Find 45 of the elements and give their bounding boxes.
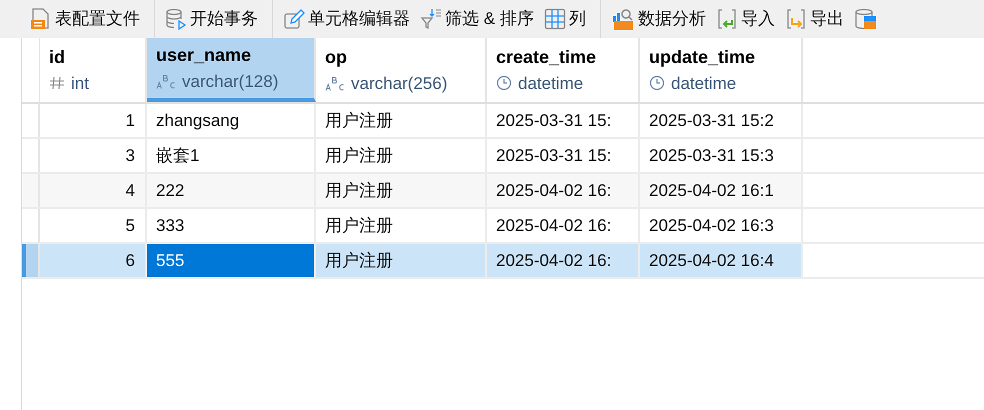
hash-icon xyxy=(49,75,65,92)
table-cell[interactable]: 2025-04-02 16: xyxy=(487,174,640,207)
column-name: id xyxy=(49,46,66,69)
grid-icon xyxy=(544,8,566,30)
toolbar-button[interactable]: 导出 xyxy=(784,6,844,32)
table-cell[interactable]: 222 xyxy=(147,174,316,207)
toolbar-button[interactable]: 单元格编辑器 xyxy=(283,6,410,32)
table-cell[interactable]: 用户注册 xyxy=(316,174,487,207)
toolbar-button[interactable]: 筛选 & 排序 xyxy=(420,6,534,32)
pencil-icon xyxy=(283,8,305,30)
column-type: datetime xyxy=(671,72,736,94)
toolbar-button[interactable]: 导入 xyxy=(716,6,775,32)
column-type: varchar(256) xyxy=(351,72,448,94)
table-cell[interactable]: 2025-04-02 16:4 xyxy=(640,244,803,277)
database-play-icon xyxy=(165,8,187,30)
clock-icon xyxy=(649,75,665,92)
text-type-icon xyxy=(325,75,345,92)
column-header[interactable]: user_name varchar(128) xyxy=(147,38,316,102)
toolbar-button[interactable]: 列 xyxy=(544,6,586,32)
row-header[interactable] xyxy=(22,174,40,207)
column-name: update_time xyxy=(649,46,756,69)
table-cell[interactable]: 2025-04-02 16:1 xyxy=(640,174,803,207)
column-type: int xyxy=(71,72,89,94)
filter-sort-icon xyxy=(420,8,442,30)
toolbar-button[interactable] xyxy=(854,8,876,30)
toolbar-button[interactable]: 表配置文件 xyxy=(30,6,140,32)
toolbar-button[interactable]: 数据分析 xyxy=(610,6,706,32)
column-name: user_name xyxy=(156,44,252,67)
text-type-icon xyxy=(156,73,176,90)
chart-search-icon xyxy=(610,8,635,30)
table-cell[interactable]: 用户注册 xyxy=(316,244,487,277)
row-header[interactable] xyxy=(22,244,40,277)
table-cell[interactable]: 555 xyxy=(147,244,316,277)
table-cell[interactable]: 2025-04-02 16: xyxy=(487,244,640,277)
table-cell[interactable]: 4 xyxy=(40,174,147,207)
clock-icon xyxy=(496,75,512,92)
column-type: datetime xyxy=(518,72,584,94)
toolbar-button[interactable]: 开始事务 xyxy=(165,6,258,32)
table-cell[interactable]: 6 xyxy=(40,244,147,277)
database-icon xyxy=(854,8,876,30)
column-name: op xyxy=(325,46,348,69)
column-name: create_time xyxy=(496,46,598,69)
import-arrow-icon xyxy=(716,8,738,30)
column-type: varchar(128) xyxy=(182,70,278,92)
export-arrow-icon xyxy=(784,8,807,30)
